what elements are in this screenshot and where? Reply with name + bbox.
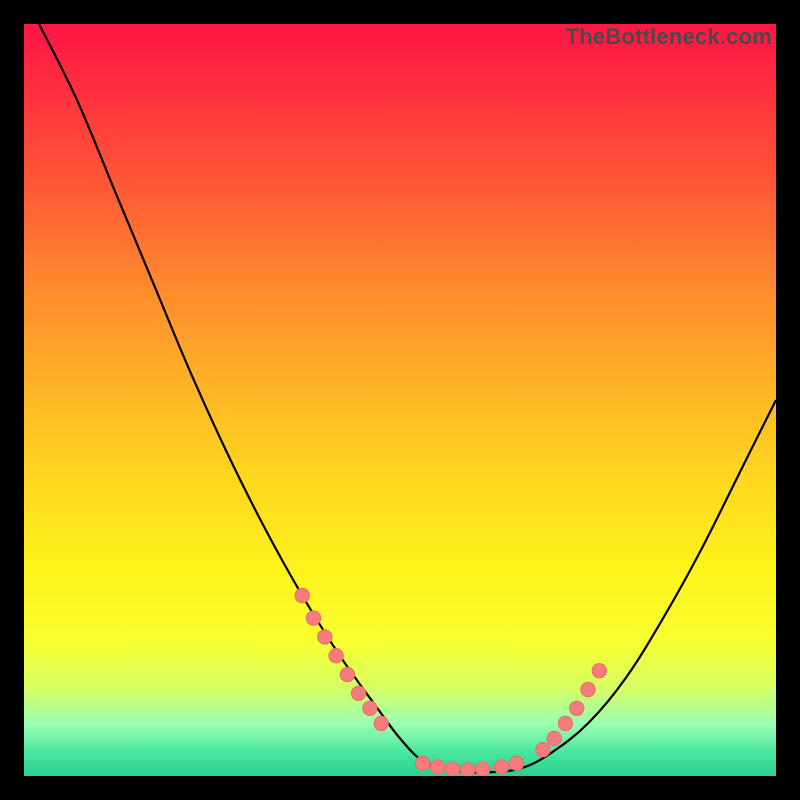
data-point bbox=[592, 664, 606, 678]
markers-floor bbox=[415, 756, 523, 776]
data-point bbox=[329, 649, 343, 663]
bottleneck-curve bbox=[24, 24, 776, 776]
data-point bbox=[558, 716, 572, 730]
data-point bbox=[295, 588, 309, 602]
markers-right bbox=[536, 664, 607, 757]
data-point bbox=[351, 686, 365, 700]
chart-frame: TheBottleneck.com bbox=[0, 0, 800, 800]
data-point bbox=[363, 701, 377, 715]
data-point bbox=[570, 701, 584, 715]
data-point bbox=[318, 630, 332, 644]
markers-left bbox=[295, 588, 388, 730]
curve-path bbox=[39, 24, 776, 773]
data-point bbox=[374, 716, 388, 730]
plot-area: TheBottleneck.com bbox=[24, 24, 776, 776]
data-point bbox=[509, 756, 523, 770]
data-point bbox=[340, 667, 354, 681]
data-point bbox=[476, 762, 490, 776]
data-point bbox=[461, 763, 475, 776]
data-point bbox=[581, 682, 595, 696]
data-point bbox=[415, 756, 429, 770]
data-point bbox=[445, 762, 459, 776]
data-point bbox=[547, 731, 561, 745]
data-point bbox=[494, 760, 508, 774]
data-point bbox=[536, 743, 550, 757]
data-point bbox=[430, 760, 444, 774]
data-point bbox=[306, 611, 320, 625]
